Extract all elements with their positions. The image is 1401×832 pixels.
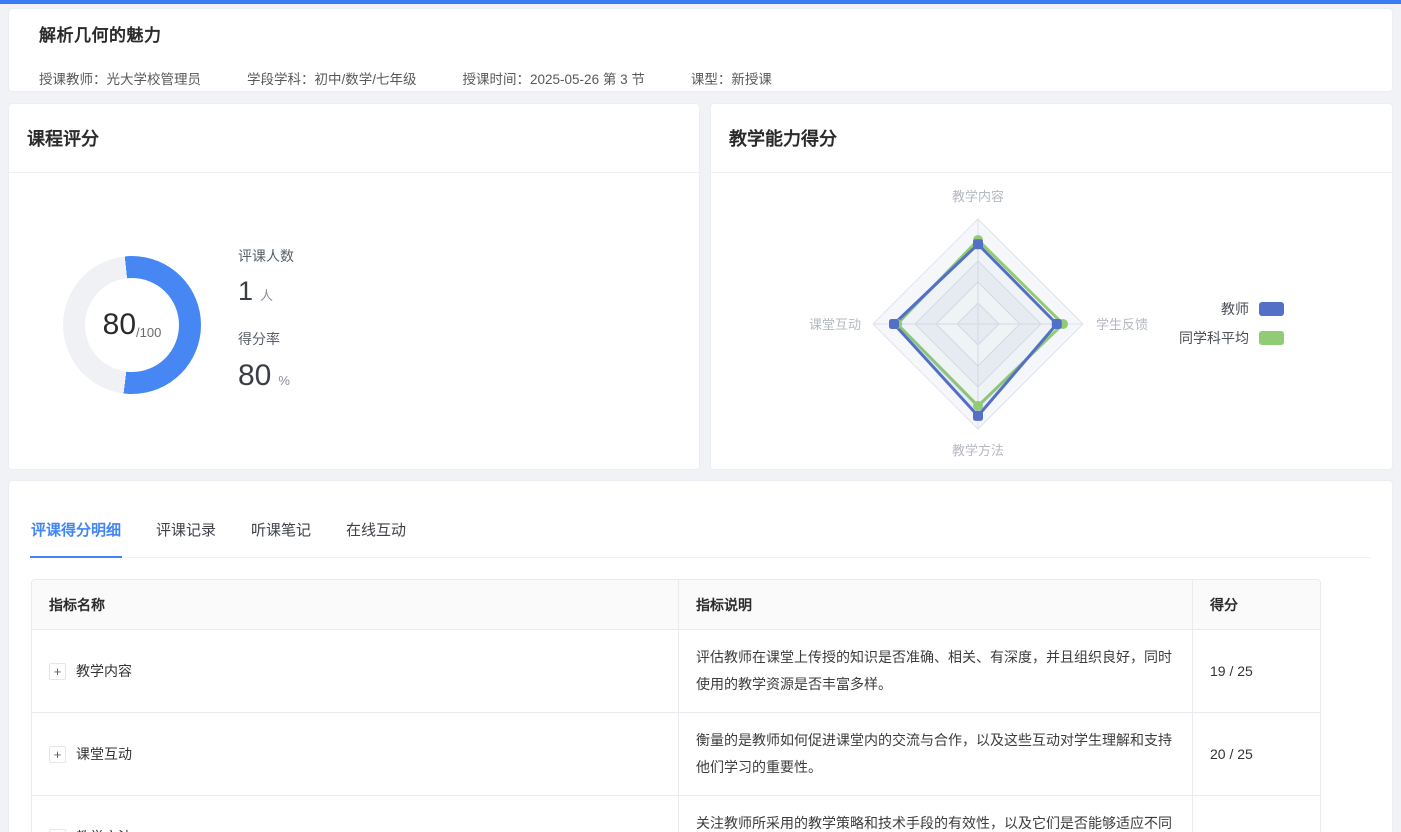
tab-score-detail[interactable]: 评课得分明细: [30, 509, 122, 558]
expand-icon[interactable]: +: [49, 663, 66, 680]
meta-teacher: 授课教师：光大学校管理员: [39, 68, 201, 88]
table-header-row: 指标名称 指标说明 得分: [31, 579, 1321, 630]
tab-listening-notes[interactable]: 听课笔记: [250, 509, 312, 558]
radar-chart: 教学内容 学生反馈 教学方法 课堂互动: [711, 174, 1394, 471]
indicator-score: 19 / 25: [1193, 630, 1321, 713]
score-donut-chart: 80 /100: [63, 256, 201, 394]
course-score-title: 课程评分: [9, 104, 699, 173]
teaching-ability-card: 教学能力得分: [710, 103, 1393, 470]
indicator-table: 指标名称 指标说明 得分 + 教学内容 评估教师在课堂上传授的知识是否准确、相关…: [31, 579, 1321, 832]
course-score-card: 课程评分 80 /100 评课人数 1 人 得分率 80 %: [8, 103, 700, 470]
indicator-desc: 评估教师在课堂上传授的知识是否准确、相关、有深度，并且组织良好，同时使用的教学资…: [679, 630, 1193, 713]
table-row: + 教学方法 关注教师所采用的教学策略和技术手段的有效性，以及它们是否能够适应不…: [31, 796, 1321, 832]
top-accent-bar: [0, 0, 1401, 4]
indicator-name: 课堂互动: [76, 744, 132, 764]
col-header-indicator-name: 指标名称: [31, 579, 679, 630]
radar-label-right: 学生反馈: [1096, 317, 1148, 332]
tab-bar: 评课得分明细 评课记录 听课笔记 在线互动: [30, 509, 1371, 558]
radar-label-top: 教学内容: [952, 189, 1004, 204]
col-header-score: 得分: [1193, 579, 1321, 630]
score-stats: 评课人数 1 人 得分率 80 %: [238, 246, 294, 415]
table-row: + 课堂互动 衡量的是教师如何促进课堂内的交流与合作，以及这些互动对学生理解和支…: [31, 713, 1321, 796]
radar-label-bottom: 教学方法: [952, 443, 1004, 458]
score-total: /100: [136, 325, 161, 340]
teaching-ability-title: 教学能力得分: [711, 104, 1392, 173]
score-rate-value: 80 %: [238, 359, 294, 393]
reviewer-count-value: 1 人: [238, 276, 294, 307]
expand-icon[interactable]: +: [49, 829, 66, 832]
teacher-series-swatch: [1259, 302, 1284, 316]
average-series-swatch: [1259, 331, 1284, 345]
expand-icon[interactable]: +: [49, 746, 66, 763]
col-header-indicator-desc: 指标说明: [679, 579, 1193, 630]
indicator-score: 20 / 25: [1193, 713, 1321, 796]
meta-time: 授课时间：2025-05-26 第 3 节: [463, 68, 645, 88]
lesson-header-card: 解析几何的魅力 授课教师：光大学校管理员 学段学科：初中/数学/七年级 授课时间…: [8, 8, 1393, 92]
score-rate-label: 得分率: [238, 329, 294, 349]
tab-evaluation-records[interactable]: 评课记录: [155, 509, 217, 558]
indicator-score: 22 / 25: [1193, 796, 1321, 832]
legend-item-teacher[interactable]: 教师: [1221, 299, 1284, 319]
indicator-desc: 衡量的是教师如何促进课堂内的交流与合作，以及这些互动对学生理解和支持他们学习的重…: [679, 713, 1193, 796]
meta-grade-subject: 学段学科：初中/数学/七年级: [247, 68, 417, 88]
indicator-desc: 关注教师所采用的教学策略和技术手段的有效性，以及它们是否能够适应不同的学习风格和…: [679, 796, 1193, 832]
page-title: 解析几何的魅力: [39, 21, 1392, 46]
legend-item-subject-average[interactable]: 同学科平均: [1179, 328, 1284, 348]
score-value: 80: [103, 308, 136, 342]
meta-lesson-type: 课型：新授课: [691, 68, 772, 88]
indicator-name: 教学内容: [76, 661, 132, 681]
radar-legend: 教师 同学科平均: [1179, 299, 1284, 348]
evaluation-detail-card: 评课得分明细 评课记录 听课笔记 在线互动 指标名称 指标说明 得分 + 教学内…: [8, 480, 1393, 832]
radar-svg: 教学内容 学生反馈 教学方法 课堂互动: [711, 174, 1394, 471]
score-donut-center: 80 /100: [85, 278, 179, 372]
reviewer-count-label: 评课人数: [238, 246, 294, 266]
table-row: + 教学内容 评估教师在课堂上传授的知识是否准确、相关、有深度，并且组织良好，同…: [31, 630, 1321, 713]
lesson-meta-row: 授课教师：光大学校管理员 学段学科：初中/数学/七年级 授课时间：2025-05…: [39, 68, 1392, 88]
indicator-name: 教学方法: [76, 827, 132, 832]
radar-label-left: 课堂互动: [809, 317, 861, 332]
tab-online-interaction[interactable]: 在线互动: [345, 509, 407, 558]
